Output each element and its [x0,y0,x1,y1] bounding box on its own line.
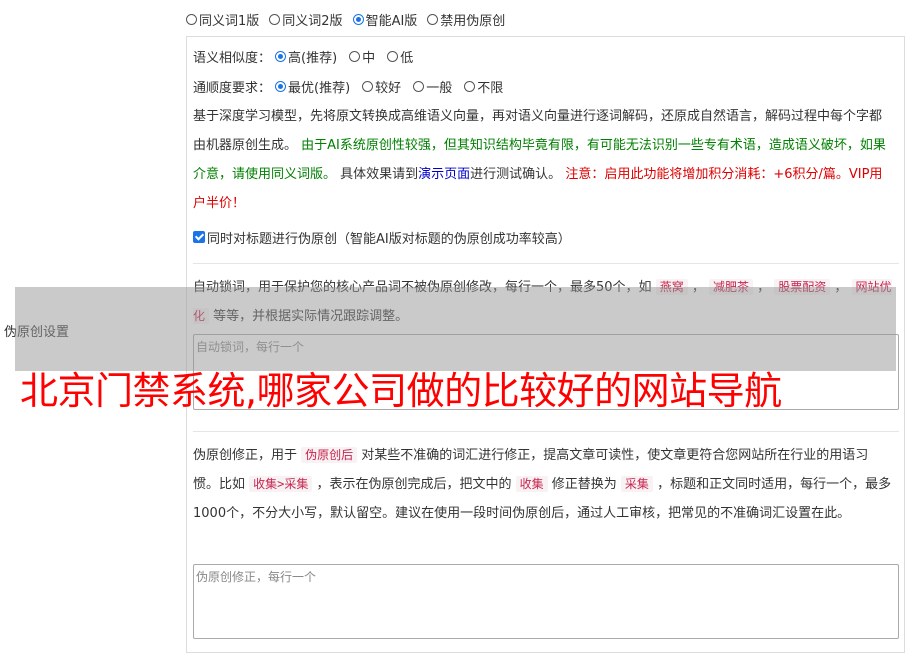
fluency-option-unlimited[interactable]: 不限 [464,77,503,96]
radio-icon[interactable] [427,13,439,25]
radio-icon[interactable] [362,80,374,92]
fluency-option-label: 不限 [477,80,504,96]
correction-text: 伪原创修正，用于 [193,448,302,463]
radio-icon[interactable] [387,50,399,62]
ai-description: 基于深度学习模型，先将原文转换成高维语义向量，再对语义向量进行逐词解码，还原成自… [193,102,893,218]
fluency-option-normal[interactable]: 一般 [413,77,452,96]
radio-icon[interactable] [269,13,281,25]
description-text: 具体效果请到 [336,167,419,182]
code-chip: 收集 [515,476,548,492]
fluency-option-label: 较好 [375,80,402,96]
version-option-label: 同义词1版 [199,13,260,29]
title-rewrite-checkbox-row[interactable]: 同时对标题进行伪原创（智能AI版对标题的伪原创成功率较高） [193,227,571,247]
similarity-option-low[interactable]: 低 [387,47,413,66]
fluency-row: 通顺度要求： 最优(推荐) 较好 一般 不限 [193,76,515,96]
gray-overlay-band [15,287,896,371]
correction-textarea[interactable] [193,564,899,639]
version-option-label: 智能AI版 [365,13,418,29]
version-option-label: 同义词2版 [282,13,343,29]
fluency-option-label: 一般 [426,80,453,96]
version-option-synonym2[interactable]: 同义词2版 [269,10,343,29]
demo-page-link[interactable]: 演示页面 [418,167,470,182]
similarity-option-label: 高(推荐) [288,50,338,66]
divider [193,431,899,432]
similarity-option-high[interactable]: 高(推荐) [275,47,337,66]
similarity-option-label: 中 [362,50,376,66]
title-rewrite-label: 同时对标题进行伪原创（智能AI版对标题的伪原创成功率较高） [207,231,571,247]
similarity-label: 语义相似度： [193,50,272,66]
code-chip: 收集>采集 [249,476,313,492]
radio-checked-icon[interactable] [352,13,364,25]
radio-checked-icon[interactable] [275,80,287,92]
radio-icon[interactable] [413,80,425,92]
version-option-disable[interactable]: 禁用伪原创 [427,10,505,29]
radio-icon[interactable] [349,50,361,62]
radio-icon[interactable] [186,13,197,25]
fluency-option-label: 最优(推荐) [288,80,351,96]
version-option-ai[interactable]: 智能AI版 [352,10,418,29]
fluency-label: 通顺度要求： [193,80,272,96]
correction-text: 修正替换为 [547,477,621,492]
description-text: 进行测试确认。 [470,167,566,182]
correction-description: 伪原创修正，用于 伪原创后 对某些不准确的词汇进行修正，提高文章可读性，使文章更… [193,441,893,528]
overlay-banner-text: 北京门禁系统,哪家公司做的比较好的网站导航 [20,369,782,413]
radio-icon[interactable] [464,80,476,92]
code-chip: 伪原创后 [301,447,358,463]
version-option-label: 禁用伪原创 [440,13,506,29]
radio-checked-icon[interactable] [275,50,287,62]
similarity-option-label: 低 [400,50,414,66]
fluency-option-good[interactable]: 较好 [362,77,401,96]
similarity-row: 语义相似度： 高(推荐) 中 低 [193,46,425,66]
code-chip: 采集 [620,476,653,492]
fluency-option-best[interactable]: 最优(推荐) [275,77,350,96]
checkbox-checked-icon[interactable] [193,231,205,243]
version-radio-group: 同义词1版 同义词2版 智能AI版 禁用伪原创 [186,9,515,29]
divider [193,263,899,264]
similarity-option-medium[interactable]: 中 [349,47,375,66]
version-option-synonym1[interactable]: 同义词1版 [186,10,259,29]
correction-text: ，表示在伪原创完成后，把文中的 [312,477,516,492]
